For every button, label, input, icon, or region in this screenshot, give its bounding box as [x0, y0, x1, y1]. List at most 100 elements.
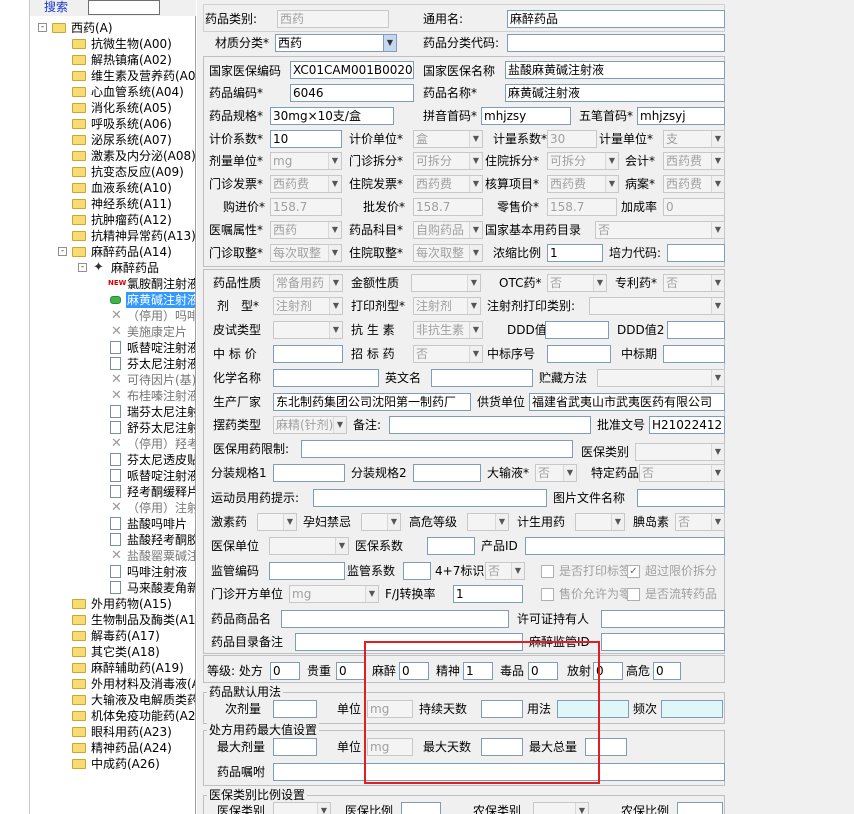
dropdown-field[interactable]: 每次取整 ▼: [413, 244, 483, 262]
dropdown-arrow-icon[interactable]: ▼: [605, 176, 618, 192]
expand-collapse-icon[interactable]: -: [78, 263, 87, 272]
tree-node[interactable]: 抗精神异常药(A13): [30, 228, 195, 244]
tree-node[interactable]: 中成药(A26): [30, 756, 195, 772]
dropdown-field[interactable]: 盒 ▼: [413, 130, 483, 148]
dropdown-arrow-icon[interactable]: ▼: [563, 465, 576, 481]
dropdown-arrow-icon[interactable]: ▼: [469, 131, 482, 147]
dropdown-arrow-icon[interactable]: ▼: [365, 586, 378, 602]
dropdown-arrow-icon[interactable]: ▼: [469, 245, 482, 261]
tree-node[interactable]: 生物制品及酶类(A16): [30, 612, 195, 628]
text-field[interactable]: [585, 738, 627, 756]
text-field[interactable]: 10: [270, 130, 342, 148]
text-field[interactable]: [427, 537, 475, 555]
dropdown-field[interactable]: 西药费 ▼: [663, 152, 725, 170]
tree-node[interactable]: 眼科用药(A23): [30, 724, 195, 740]
dropdown-field[interactable]: 否 ▼: [639, 464, 725, 482]
dropdown-field[interactable]: ▼: [533, 802, 589, 814]
tree-node[interactable]: 马来酸麦角新: [30, 580, 195, 596]
dropdown-field[interactable]: ▼: [575, 513, 625, 531]
text-field[interactable]: 1: [453, 585, 523, 603]
tree-node[interactable]: 抗变态反应(A09): [30, 164, 195, 180]
dropdown-field[interactable]: ▼: [273, 802, 331, 814]
text-field[interactable]: [481, 700, 523, 718]
text-field[interactable]: [481, 738, 523, 756]
tree-node[interactable]: 哌替啶注射液: [30, 340, 195, 356]
dropdown-arrow-icon[interactable]: ▼: [328, 176, 341, 192]
dropdown-field[interactable]: ▼: [269, 537, 349, 555]
text-field[interactable]: 0: [663, 198, 725, 216]
tree-node[interactable]: 外用药物(A15): [30, 596, 195, 612]
dropdown-arrow-icon[interactable]: ▼: [469, 222, 482, 238]
tree-node[interactable]: 泌尿系统(A07): [30, 132, 195, 148]
text-field[interactable]: [273, 369, 379, 387]
tree-node[interactable]: 羟考酮缓释片: [30, 484, 195, 500]
text-field[interactable]: [525, 537, 725, 555]
text-field[interactable]: [545, 321, 609, 339]
dropdown-arrow-icon[interactable]: ▼: [495, 514, 508, 530]
dropdown-field[interactable]: 否 ▼: [675, 513, 725, 531]
dropdown-arrow-icon[interactable]: ▼: [335, 538, 348, 554]
tree-node[interactable]: - 麻醉药品(A14): [30, 244, 195, 260]
tree-node[interactable]: 维生素及营养药(A03): [30, 68, 195, 84]
dropdown-field[interactable]: ▼: [273, 321, 343, 339]
dropdown-arrow-icon[interactable]: ▼: [467, 298, 480, 314]
dropdown-arrow-icon[interactable]: ▼: [711, 176, 724, 192]
text-field[interactable]: [547, 345, 611, 363]
tree-node[interactable]: ✕ 美施康定片: [30, 324, 195, 340]
text-field[interactable]: 0: [270, 662, 300, 680]
dropdown-arrow-icon[interactable]: ▼: [711, 370, 724, 386]
tree-node[interactable]: ✕ （停用）吗啡: [30, 308, 195, 324]
dropdown-field[interactable]: 注射剂 ▼: [413, 297, 481, 315]
dropdown-field[interactable]: 否 ▼: [485, 562, 525, 580]
text-field[interactable]: 0: [653, 662, 681, 680]
tree-node[interactable]: 神经系统(A11): [30, 196, 195, 212]
tree-node[interactable]: 盐酸吗啡片: [30, 516, 195, 532]
tree-node[interactable]: NEW 氯胺酮注射液: [30, 276, 195, 292]
dropdown-arrow-icon[interactable]: ▼: [711, 514, 724, 530]
dropdown-arrow-icon[interactable]: ▼: [469, 346, 482, 362]
text-field[interactable]: 158.7: [270, 198, 342, 216]
text-field[interactable]: [557, 700, 629, 718]
text-field[interactable]: 6046: [290, 84, 414, 102]
tree-node[interactable]: 麻醉辅助药(A19): [30, 660, 195, 676]
expand-collapse-icon[interactable]: -: [58, 247, 67, 256]
text-field[interactable]: [661, 700, 723, 718]
dropdown-arrow-icon[interactable]: ▼: [611, 514, 624, 530]
dropdown-field[interactable]: ▼: [257, 513, 297, 531]
text-field[interactable]: [677, 802, 723, 814]
tree-node[interactable]: 其它类(A18): [30, 644, 195, 660]
tree-node[interactable]: ✕ （停用）注射: [30, 500, 195, 516]
text-field[interactable]: XC01CAM001B002010: [290, 61, 414, 79]
dropdown-arrow-icon[interactable]: ▼: [467, 275, 480, 291]
dropdown-arrow-icon[interactable]: ▼: [387, 514, 400, 530]
text-field[interactable]: [403, 562, 431, 580]
expand-collapse-icon[interactable]: -: [38, 23, 47, 32]
dropdown-arrow-icon[interactable]: ▼: [469, 176, 482, 192]
dropdown-field[interactable]: ▼: [467, 513, 509, 531]
text-field[interactable]: [663, 345, 725, 363]
dropdown-arrow-icon[interactable]: ▼: [711, 131, 724, 147]
tree-node[interactable]: 大输液及电解质类药(A21): [30, 692, 195, 708]
tree-node[interactable]: 盐酸羟考酮胶: [30, 532, 195, 548]
tree-node[interactable]: 芬太尼注射液: [30, 356, 195, 372]
tree-node[interactable]: 消化系统(A05): [30, 100, 195, 116]
checkbox[interactable]: [627, 588, 640, 601]
search-input[interactable]: [88, 0, 160, 15]
text-field[interactable]: 0: [528, 662, 558, 680]
dropdown-field[interactable]: mg ▼: [270, 152, 342, 170]
tree-node[interactable]: ✕ 可待因片(基): [30, 372, 195, 388]
checkbox[interactable]: [541, 588, 554, 601]
tree-node[interactable]: 抗肿瘤药(A12): [30, 212, 195, 228]
tree-node[interactable]: ✕ 盐酸罂粟碱注: [30, 548, 195, 564]
dropdown-arrow-icon[interactable]: ▼: [711, 465, 724, 481]
dropdown-arrow-icon[interactable]: ▼: [283, 514, 296, 530]
dropdown-field[interactable]: 否 ▼: [413, 345, 483, 363]
tree-node[interactable]: 吗啡注射液: [30, 564, 195, 580]
text-field[interactable]: 0: [336, 662, 366, 680]
dropdown-field[interactable]: 否 ▼: [663, 274, 725, 292]
tree-node[interactable]: - 西药(A): [30, 20, 195, 36]
tree-node[interactable]: 舒芬太尼注射: [30, 420, 195, 436]
dropdown-arrow-icon[interactable]: ▼: [575, 803, 588, 814]
text-field[interactable]: [601, 610, 725, 628]
dropdown-field[interactable]: 否 ▼: [595, 221, 725, 239]
